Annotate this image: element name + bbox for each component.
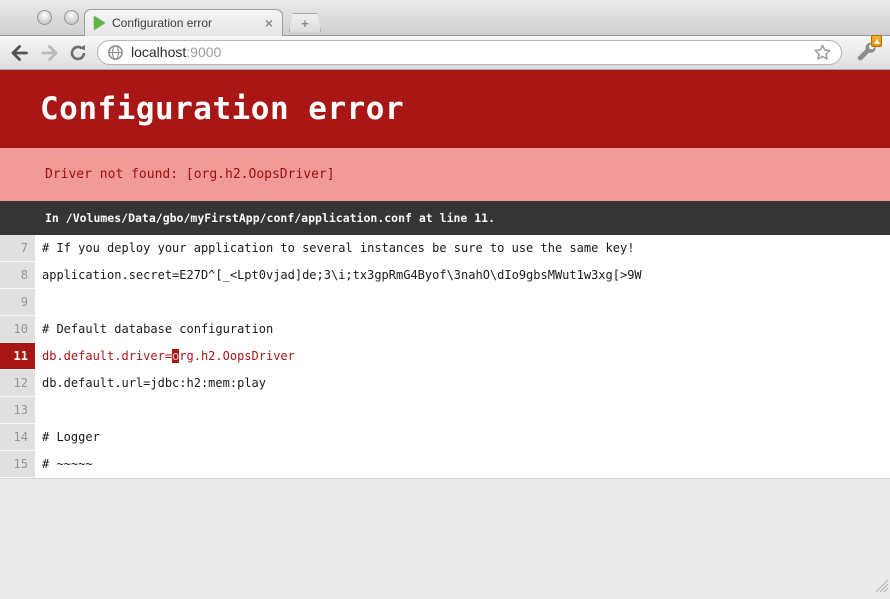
back-button[interactable] [10, 44, 30, 62]
reload-icon [68, 43, 88, 63]
error-message-banner: Driver not found: [org.h2.OopsDriver] [0, 148, 890, 201]
window-close-button[interactable] [37, 10, 52, 25]
error-line-number: 11 [0, 343, 35, 370]
code-line-13: 13 [0, 397, 890, 424]
browser-tab[interactable]: Configuration error × [84, 9, 283, 36]
line-number: 8 [0, 262, 35, 289]
tab-title: Configuration error [112, 16, 258, 30]
line-content: # Default database configuration [35, 316, 890, 343]
line-number: 9 [0, 289, 35, 316]
url-host: localhost [131, 44, 186, 60]
line-number: 15 [0, 451, 35, 478]
new-tab-button[interactable]: + [289, 13, 321, 32]
back-arrow-icon [10, 44, 30, 62]
forward-arrow-icon [39, 44, 59, 62]
bookmark-star-button[interactable] [813, 43, 832, 62]
url-port: :9000 [186, 44, 221, 60]
code-line-11-error: 11 db.default.driver=org.h2.OopsDriver [0, 343, 890, 370]
resize-grip[interactable] [875, 579, 889, 598]
code-line-10: 10 # Default database configuration [0, 316, 890, 343]
error-location-bar: In /Volumes/Data/gbo/myFirstApp/conf/app… [0, 201, 890, 235]
line-content [35, 289, 890, 316]
line-number: 10 [0, 316, 35, 343]
code-line-7: 7 # If you deploy your application to se… [0, 235, 890, 262]
reload-button[interactable] [68, 43, 88, 63]
browser-window: Configuration error × + [0, 0, 890, 599]
tab-close-icon[interactable]: × [265, 16, 273, 30]
line-content [35, 397, 890, 424]
play-favicon-icon [94, 16, 105, 30]
address-bar[interactable]: localhost:9000 [97, 40, 842, 65]
code-line-14: 14 # Logger [0, 424, 890, 451]
error-line-pre: db.default.driver= [42, 349, 172, 363]
forward-button[interactable] [39, 44, 59, 62]
tab-strip: Configuration error × + [0, 0, 890, 36]
globe-icon [107, 44, 124, 61]
error-page-header: Configuration error [0, 70, 890, 148]
page-footer-area [0, 478, 890, 599]
page-title: Configuration error [40, 91, 404, 127]
line-content: application.secret=E27D^[_<Lpt0vjad]de;3… [35, 262, 890, 289]
code-line-15: 15 # ~~~~~ [0, 451, 890, 478]
error-line-post: rg.h2.OopsDriver [179, 349, 295, 363]
update-arrow-icon [874, 39, 880, 44]
error-line-content: db.default.driver=org.h2.OopsDriver [35, 343, 890, 370]
resize-grip-icon [875, 579, 889, 593]
browser-toolbar: localhost:9000 [0, 36, 890, 70]
code-listing: 7 # If you deploy your application to se… [0, 235, 890, 478]
line-number: 14 [0, 424, 35, 451]
line-content: # Logger [35, 424, 890, 451]
update-badge [871, 35, 882, 47]
line-number: 13 [0, 397, 35, 424]
line-content: # ~~~~~ [35, 451, 890, 478]
line-content: db.default.url=jdbc:h2:mem:play [35, 370, 890, 397]
line-number: 12 [0, 370, 35, 397]
code-line-9: 9 [0, 289, 890, 316]
code-line-12: 12 db.default.url=jdbc:h2:mem:play [0, 370, 890, 397]
line-number: 7 [0, 235, 35, 262]
code-line-8: 8 application.secret=E27D^[_<Lpt0vjad]de… [0, 262, 890, 289]
star-icon [813, 43, 832, 62]
settings-menu-button[interactable] [855, 41, 880, 64]
window-minimize-button[interactable] [64, 10, 79, 25]
line-content: # If you deploy your application to seve… [35, 235, 890, 262]
